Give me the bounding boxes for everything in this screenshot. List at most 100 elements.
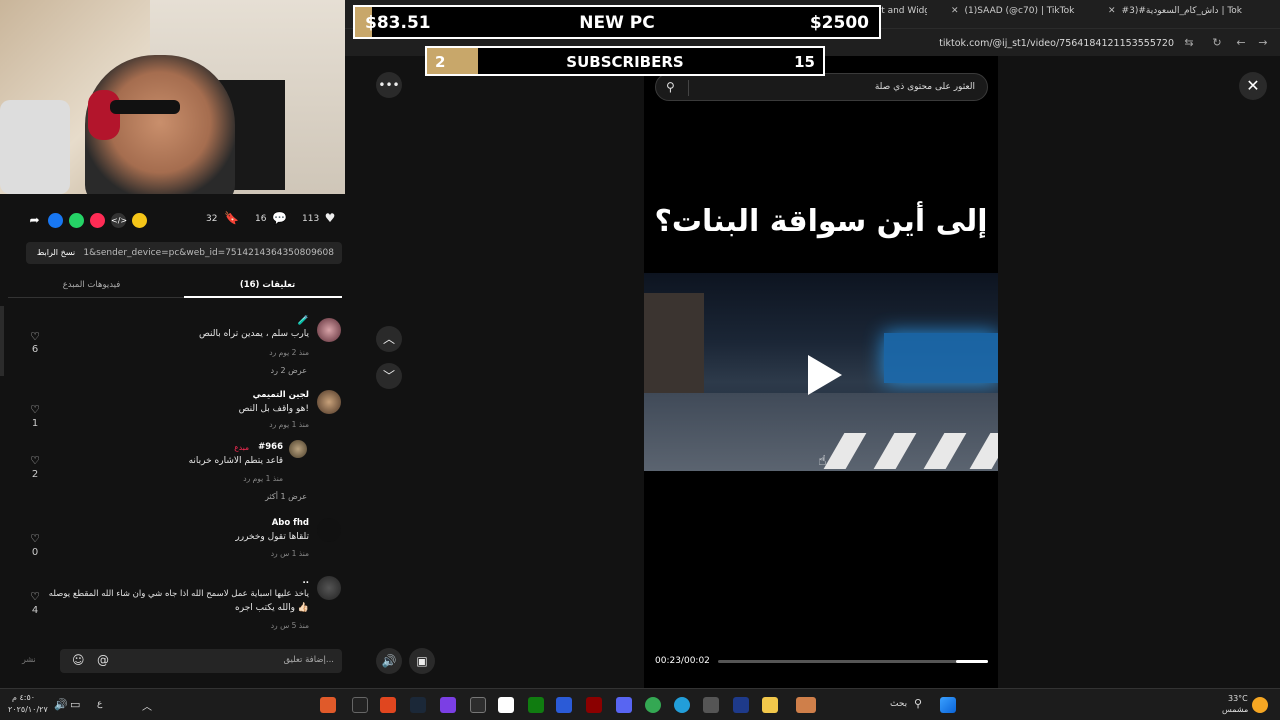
comment-input[interactable]: ☺ @ إضافة تعليق... — [60, 649, 342, 673]
comment-meta[interactable]: منذ 5 س رد — [271, 621, 309, 630]
miniplayer-button[interactable]: ▣ — [409, 648, 435, 674]
tab-creator-videos[interactable]: فيديوهات المبدع — [8, 280, 175, 290]
weather-desc[interactable]: مشمس — [1222, 705, 1248, 714]
tab-tiktok-profile[interactable]: ✕ (1)SAAD (@c70) | TikTok — [945, 6, 1085, 24]
snapchat-icon[interactable] — [132, 212, 147, 228]
comment-author[interactable]: لجين التميمي — [253, 390, 309, 400]
taskbar-search[interactable]: بحث — [890, 699, 907, 709]
back-icon[interactable]: ← — [1234, 36, 1248, 49]
whatsapp-icon[interactable] — [69, 212, 84, 228]
goal-overlay: NEW PC $83.51 $2500 — [353, 5, 881, 39]
view-replies-link[interactable]: عرض 2 رد — [271, 366, 307, 375]
next-video-button[interactable]: ﹀ — [376, 363, 402, 389]
xbox-icon[interactable] — [528, 697, 544, 713]
discord-icon[interactable] — [616, 697, 632, 713]
search-icon[interactable]: ⚲ — [666, 80, 675, 94]
saves-count: 32 — [206, 214, 218, 224]
avatar[interactable] — [289, 440, 307, 458]
volume-button[interactable]: 🔊 — [376, 648, 402, 674]
windows-start-icon[interactable] — [940, 697, 956, 713]
chrome-icon[interactable] — [645, 697, 661, 713]
avatar[interactable] — [317, 576, 341, 600]
view-more-replies-link[interactable]: عرض 1 أكثر — [265, 492, 307, 501]
previous-video-button[interactable]: ︿ — [376, 326, 402, 352]
bookmark-icon[interactable]: 🔖 — [224, 211, 239, 225]
tab-comments[interactable]: (16) تعليقات — [184, 280, 351, 290]
more-options-button[interactable]: ••• — [376, 72, 402, 98]
close-icon[interactable]: ✕ — [1108, 6, 1116, 16]
file-explorer-icon[interactable] — [762, 697, 778, 713]
frame-building — [644, 293, 704, 403]
share-icon[interactable]: ➦ — [27, 213, 42, 228]
forward-icon[interactable]: → — [1256, 36, 1270, 49]
comment-meta[interactable]: منذ 1 يوم رد — [269, 420, 309, 429]
telegram-app-icon[interactable] — [674, 697, 690, 713]
video-player[interactable]: ⚲ العثور على محتوى ذي صلة إلى أين سواقة … — [644, 56, 998, 688]
epic-games-icon[interactable] — [352, 697, 368, 713]
tray-chevron-icon[interactable]: ︿ — [142, 698, 152, 713]
comment-author[interactable]: #966 — [258, 442, 283, 452]
heart-icon[interactable]: ♡ — [29, 590, 41, 603]
comment-text: تلقاها تقول وخخررر — [235, 532, 309, 542]
comment-author[interactable]: Abo fhd — [272, 518, 309, 528]
app-icon[interactable] — [380, 697, 396, 713]
app-icon[interactable] — [440, 697, 456, 713]
steam-icon[interactable] — [410, 697, 426, 713]
app-icon[interactable] — [796, 697, 816, 713]
related-search-input[interactable]: ⚲ العثور على محتوى ذي صلة — [655, 73, 988, 101]
input-language[interactable]: ع — [97, 699, 102, 709]
taskbar: ٤:٥٠ م ٢٠٢٥/١٠/٢٧ 🔊 ▭ ع ︿ بحث ⚲ 33°C مشم… — [0, 688, 1280, 720]
scrollbar[interactable] — [0, 306, 4, 376]
comment-meta[interactable]: منذ 2 يوم رد — [269, 348, 309, 357]
mention-icon[interactable]: @ — [97, 653, 109, 667]
comment-likes: 2 — [31, 469, 39, 480]
post-comment-button[interactable]: نشر — [22, 655, 36, 664]
heart-icon[interactable]: ♡ — [29, 330, 41, 343]
network-icon[interactable]: ▭ — [70, 698, 80, 711]
app-icon[interactable] — [320, 697, 336, 713]
close-button[interactable]: ✕ — [1239, 72, 1267, 100]
avatar[interactable] — [317, 390, 341, 414]
comment-icon[interactable]: 💬 — [272, 211, 287, 225]
heart-icon[interactable]: ♡ — [29, 403, 41, 416]
comment-meta[interactable]: منذ 1 يوم رد — [243, 474, 283, 483]
heart-icon[interactable]: ♡ — [29, 532, 41, 545]
url-text[interactable]: tiktok.com/@ij_st1/video/756418412115355… — [939, 38, 1174, 49]
facebook-icon[interactable] — [48, 212, 63, 228]
heart-icon[interactable]: ♥ — [323, 211, 337, 225]
translate-icon[interactable]: ⇆ — [1182, 36, 1196, 49]
emoji-icon[interactable]: ☺ — [72, 653, 85, 667]
close-icon[interactable]: ✕ — [951, 6, 959, 16]
comment-likes: 1 — [31, 418, 39, 429]
avatar[interactable] — [317, 518, 341, 542]
comment-author[interactable]: 🧪 — [298, 316, 309, 326]
app-icon[interactable] — [556, 697, 572, 713]
clock-time[interactable]: ٤:٥٠ م — [12, 693, 35, 702]
comment-meta[interactable]: منذ 1 س رد — [271, 549, 309, 558]
telegram-icon[interactable] — [90, 212, 105, 228]
reload-icon[interactable]: ↻ — [1210, 36, 1224, 49]
weather-temp[interactable]: 33°C — [1228, 694, 1248, 703]
app-icon[interactable] — [498, 697, 514, 713]
comment-likes: 0 — [31, 547, 39, 558]
clock-date[interactable]: ٢٠٢٥/١٠/٢٧ — [8, 705, 48, 714]
play-icon[interactable] — [808, 355, 842, 395]
avatar[interactable] — [317, 318, 341, 342]
app-icon[interactable] — [733, 697, 749, 713]
video-frame[interactable]: ☝ — [644, 273, 998, 471]
embed-icon[interactable]: </> — [111, 212, 127, 228]
app-icon[interactable] — [703, 697, 719, 713]
goal-title: NEW PC — [579, 13, 655, 33]
link-text[interactable]: 1&sender_device=pc&web_id=75142143643508… — [83, 248, 334, 258]
app-icon[interactable] — [470, 697, 486, 713]
active-tab-underline — [184, 296, 342, 298]
tab-tiktok-video[interactable]: ✕ #3)#داش_كام_السعودية | Tok — [1102, 6, 1272, 24]
link-box: نسخ الرابط 1&sender_device=pc&web_id=751… — [26, 242, 342, 264]
heart-icon[interactable]: ♡ — [29, 454, 41, 467]
app-icon[interactable] — [586, 697, 602, 713]
volume-icon[interactable]: 🔊 — [54, 698, 68, 711]
copy-link-button[interactable]: نسخ الرابط — [30, 242, 82, 264]
video-progress-bar[interactable] — [718, 660, 988, 663]
search-icon[interactable]: ⚲ — [914, 697, 922, 710]
comment-author[interactable]: .. — [303, 576, 309, 586]
